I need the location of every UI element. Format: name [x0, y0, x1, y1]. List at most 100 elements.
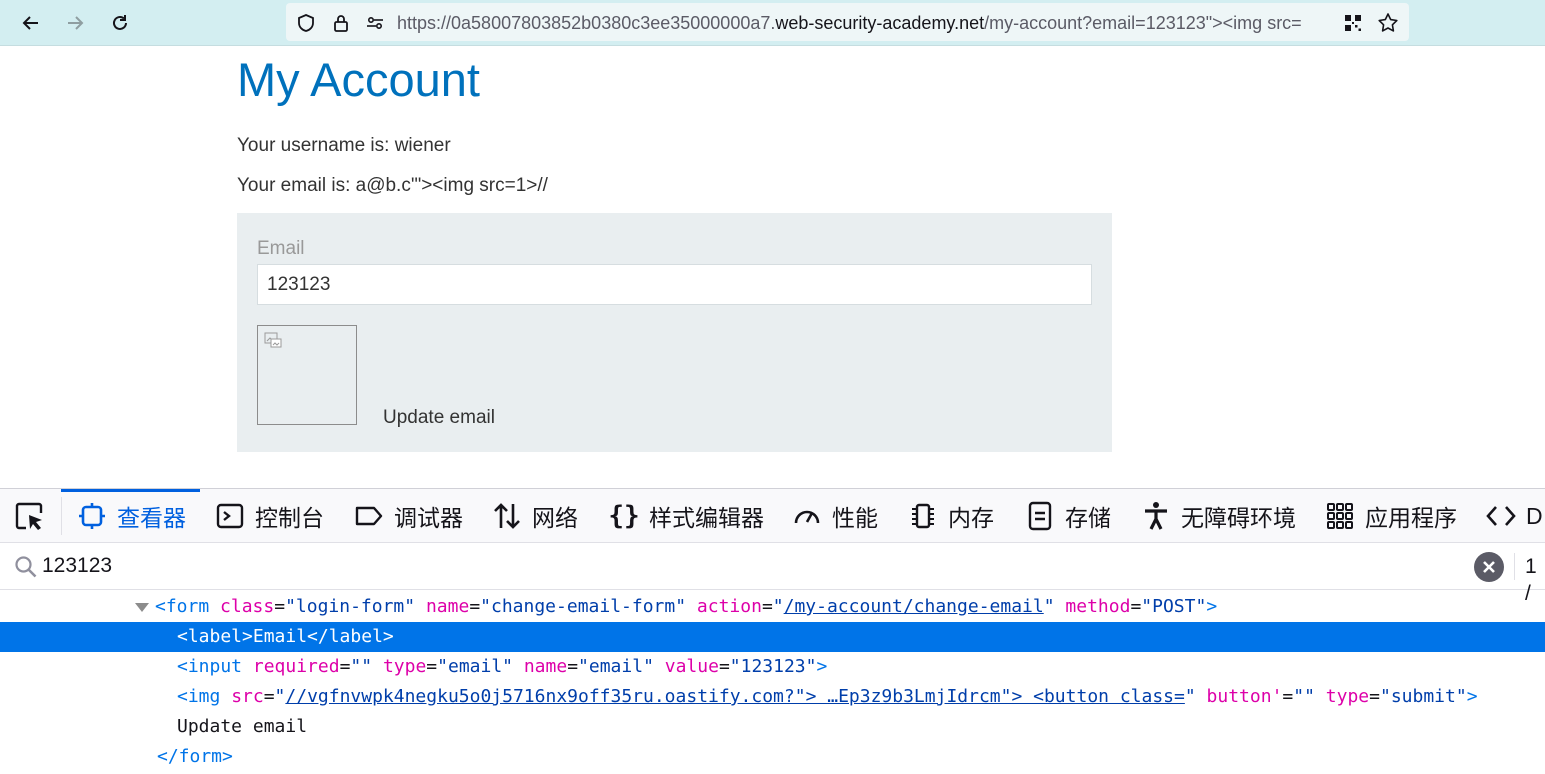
attr-link-value[interactable]: //vgfnvwpk4negku5o0j5716nx9off35ru.oasti…: [285, 686, 1184, 707]
accessibility-icon: [1141, 501, 1171, 531]
tab-console[interactable]: 控制台: [215, 489, 324, 543]
lock-icon[interactable]: [330, 12, 352, 34]
tab-debugger-label: 调试器: [394, 505, 463, 531]
tab-inspector[interactable]: 查看器: [61, 489, 200, 543]
close-icon: [1483, 561, 1495, 573]
markup-node-form-close[interactable]: </form>: [0, 742, 1545, 772]
attr-value: "email": [578, 656, 654, 677]
markup-node-input[interactable]: <input required="" type="email" name="em…: [0, 652, 1545, 682]
tag-close: </form>: [157, 746, 233, 767]
tab-performance[interactable]: 性能: [792, 489, 878, 543]
attr-name: button': [1206, 686, 1283, 707]
attr-value: "email": [437, 656, 513, 677]
attr-name: src: [231, 686, 264, 707]
tab-style-editor-label: 样式编辑器: [649, 505, 764, 531]
attr-value: "": [350, 656, 373, 677]
tag-open: <img: [177, 686, 232, 707]
devtools-tabbar: 查看器 控制台 调试器 网络 {} 样式编辑器 性能 内存 存储 无障碍环境 应…: [0, 489, 1545, 543]
tab-console-label: 控制台: [255, 505, 324, 531]
tag-close: >: [1466, 686, 1478, 707]
qr-code-icon[interactable]: [1342, 12, 1364, 34]
attr-value: "123123": [729, 656, 817, 677]
tag-open: <input: [177, 656, 253, 677]
markup-node-form[interactable]: <form class="login-form" name="change-em…: [0, 592, 1545, 622]
attr-quote: ": [1043, 596, 1055, 617]
attr-name: type: [1325, 686, 1370, 707]
attr-name: type: [382, 656, 427, 677]
username-text: Your username is: wiener: [237, 135, 451, 156]
text-node: Update email: [177, 716, 308, 737]
attr-value: "POST": [1141, 596, 1207, 617]
tab-network-label: 网络: [532, 505, 578, 531]
attr-name: name: [425, 596, 470, 617]
label-node-text: <label>Email</label>: [177, 626, 394, 647]
markup-search-input[interactable]: 123123: [42, 554, 112, 578]
tag-close: >: [816, 656, 828, 677]
attr-value: "submit": [1379, 686, 1467, 707]
tab-storage[interactable]: 存储: [1025, 489, 1111, 543]
memory-chip-icon: [908, 501, 938, 531]
markup-node-label[interactable]: <label>Email</label>: [0, 622, 1545, 652]
tab-application[interactable]: 应用程序: [1325, 489, 1457, 543]
element-picker-button[interactable]: [14, 501, 46, 533]
email-field[interactable]: 123123: [257, 264, 1092, 305]
attr-name: action: [696, 596, 762, 617]
console-icon: [215, 501, 245, 531]
page-title: My Account: [237, 53, 480, 106]
attr-value: "": [1293, 686, 1315, 707]
tab-application-label: 应用程序: [1365, 505, 1457, 531]
element-picker-icon: [15, 502, 43, 530]
style-editor-icon: {}: [608, 501, 640, 531]
tracking-protection-icon[interactable]: [295, 12, 317, 34]
tag-open: <form: [155, 596, 221, 617]
search-icon: [15, 556, 37, 578]
code-brackets-icon: [1486, 501, 1516, 531]
tab-memory[interactable]: 内存: [908, 489, 994, 543]
reload-button[interactable]: [105, 9, 135, 37]
tab-storage-label: 存储: [1065, 505, 1111, 531]
broken-image: [257, 325, 357, 425]
back-arrow-icon: [22, 16, 38, 30]
permissions-icon[interactable]: [364, 12, 386, 34]
tab-more[interactable]: D: [1486, 489, 1543, 543]
tab-debugger[interactable]: 调试器: [354, 489, 463, 543]
attr-quote: ": [274, 686, 286, 707]
forward-arrow-icon: [68, 16, 84, 30]
url-text[interactable]: https://0a58007803852b0380c3ee35000000a7…: [397, 12, 1331, 34]
browser-toolbar: https://0a58007803852b0380c3ee35000000a7…: [0, 0, 1545, 46]
update-email-button[interactable]: Update email: [383, 407, 495, 429]
bookmark-star-icon[interactable]: [1377, 12, 1399, 34]
markup-node-img[interactable]: <img src="//vgfnvwpk4negku5o0j5716nx9off…: [0, 682, 1545, 712]
attr-name: name: [523, 656, 568, 677]
expand-twisty-icon[interactable]: [135, 602, 149, 612]
network-icon: [492, 501, 522, 531]
storage-icon: [1025, 501, 1055, 531]
broken-image-icon: [264, 332, 282, 348]
tab-accessibility[interactable]: 无障碍环境: [1141, 489, 1296, 543]
attr-quote: ": [772, 596, 784, 617]
debugger-icon: [354, 501, 384, 531]
inspector-icon: [77, 501, 107, 531]
performance-gauge-icon: [792, 501, 822, 531]
attr-value: "login-form": [285, 596, 416, 617]
attr-name: method: [1065, 596, 1131, 617]
back-button[interactable]: [16, 9, 46, 37]
tab-network[interactable]: 网络: [492, 489, 578, 543]
tab-performance-label: 性能: [832, 505, 878, 531]
attr-quote: ": [1184, 686, 1196, 707]
forward-button[interactable]: [60, 9, 90, 37]
change-email-form: Email 123123 Update email: [237, 213, 1112, 452]
tab-more-label: D: [1526, 502, 1543, 529]
email-text: Your email is: a@b.c'"><img src=1>//: [237, 175, 548, 196]
address-bar[interactable]: https://0a58007803852b0380c3ee35000000a7…: [286, 3, 1409, 41]
search-result-count: 1 /: [1514, 553, 1545, 605]
markup-search-bar: 123123 1 /: [0, 543, 1545, 605]
url-prefix: https://0a58007803852b0380c3ee35000000a7…: [397, 13, 776, 33]
attr-value: "change-email-form": [480, 596, 687, 617]
attr-link-value[interactable]: /my-account/change-email: [784, 596, 1044, 617]
url-domain: web-security-academy.net: [775, 13, 985, 33]
attr-name: value: [664, 656, 719, 677]
markup-node-text[interactable]: Update email: [0, 712, 1545, 742]
tab-style-editor[interactable]: {} 样式编辑器: [608, 489, 764, 543]
clear-search-button[interactable]: [1474, 552, 1504, 582]
